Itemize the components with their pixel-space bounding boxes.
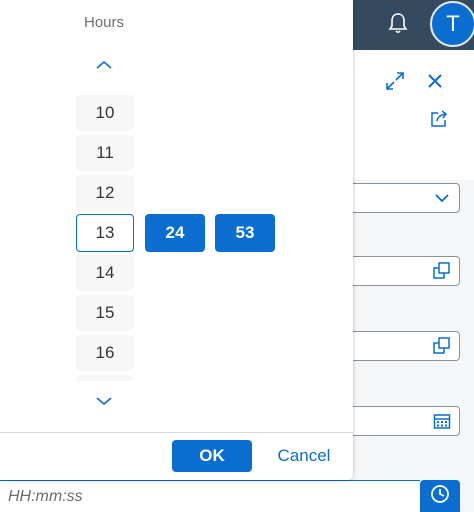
hour-option-14[interactable]: 14 [76, 255, 134, 291]
share-icon[interactable] [428, 108, 450, 130]
value-help-field-1[interactable] [340, 256, 460, 286]
time-input[interactable]: HH:mm:ss [0, 480, 420, 512]
hours-down-button[interactable] [90, 390, 118, 414]
chevron-up-icon [95, 57, 113, 75]
bell-icon[interactable] [384, 8, 412, 38]
hour-option-16[interactable]: 16 [76, 335, 134, 371]
hour-option-15[interactable]: 15 [76, 295, 134, 331]
hour-option-10[interactable]: 10 [76, 95, 134, 131]
hours-up-button[interactable] [90, 54, 118, 78]
ok-button[interactable]: OK [172, 440, 252, 472]
hour-option-partial [76, 375, 134, 381]
chevron-down-icon [95, 393, 113, 411]
value-help-icon[interactable] [433, 337, 451, 355]
minutes-column-collapsed[interactable]: 24 [145, 214, 205, 252]
clock-history-icon [429, 483, 451, 510]
chevron-down-icon[interactable] [433, 189, 451, 207]
date-field[interactable] [340, 406, 460, 436]
value-help-field-2[interactable] [340, 331, 460, 361]
fullscreen-icon[interactable] [384, 70, 406, 92]
value-help-icon[interactable] [433, 262, 451, 280]
hours-column-label: Hours [83, 14, 124, 31]
avatar[interactable]: T [430, 1, 474, 47]
seconds-column-collapsed[interactable]: 53 [215, 214, 275, 252]
footer-divider [0, 432, 353, 433]
hour-option-selected[interactable]: 13 [76, 214, 134, 252]
time-picker-popover: Hours 10 11 12 13 14 15 16 24 53 OK Canc… [0, 0, 353, 480]
background-panel [352, 50, 474, 180]
hour-option-11[interactable]: 11 [76, 135, 134, 171]
app-stage: T HH:mm:ss Hours 10 11 12 13 14 15 16 24… [0, 0, 474, 512]
select-field[interactable] [340, 183, 460, 213]
hour-option-12[interactable]: 12 [76, 175, 134, 211]
time-picker-button[interactable] [420, 480, 460, 512]
close-icon[interactable] [424, 70, 446, 92]
calendar-icon[interactable] [433, 412, 451, 430]
cancel-button[interactable]: Cancel [264, 440, 344, 472]
